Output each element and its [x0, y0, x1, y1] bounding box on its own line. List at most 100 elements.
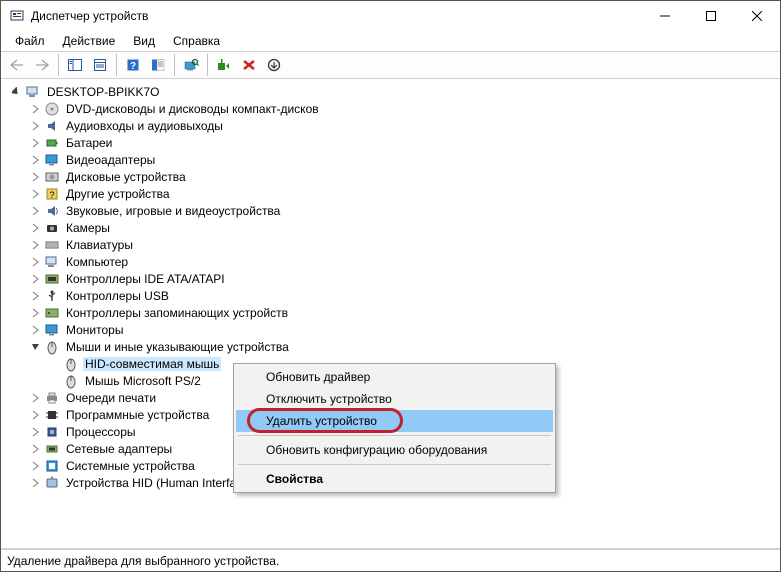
tree-category[interactable]: Контроллеры USB [26, 287, 780, 304]
mouse-icon [44, 339, 60, 355]
expand-icon[interactable] [28, 135, 44, 151]
expand-icon[interactable] [28, 407, 44, 423]
tree-category[interactable]: Компьютер [26, 253, 780, 270]
monitor-icon [44, 322, 60, 338]
expand-icon[interactable] [28, 152, 44, 168]
toolbar-separator [58, 54, 59, 76]
other-icon: ? [44, 186, 60, 202]
net-icon [44, 441, 60, 457]
printer-icon [44, 390, 60, 406]
toolbar: ? [1, 51, 780, 79]
category-label: Контроллеры IDE ATA/ATAPI [64, 272, 227, 286]
ctx-properties[interactable]: Свойства [236, 468, 553, 490]
expand-icon[interactable] [28, 118, 44, 134]
expand-icon[interactable] [28, 237, 44, 253]
tree-category[interactable]: Дисковые устройства [26, 168, 780, 185]
expand-icon[interactable] [28, 271, 44, 287]
category-label: Другие устройства [64, 187, 172, 201]
ctx-update-driver[interactable]: Обновить драйвер [236, 366, 553, 388]
battery-icon [44, 135, 60, 151]
tree-category[interactable]: DVD-дисководы и дисководы компакт-дисков [26, 100, 780, 117]
collapse-icon[interactable] [28, 339, 44, 355]
status-bar: Удаление драйвера для выбранного устройс… [1, 549, 780, 571]
computer-icon [44, 254, 60, 270]
expand-icon[interactable] [28, 101, 44, 117]
device-tree-container[interactable]: DESKTOP-BPIKK7O DVD-дисководы и дисковод… [1, 79, 780, 549]
mouse-icon [63, 356, 79, 372]
ctx-delete-device[interactable]: Удалить устройство [236, 410, 553, 432]
expand-icon[interactable] [28, 390, 44, 406]
expand-icon[interactable] [28, 203, 44, 219]
category-label: Контроллеры USB [64, 289, 171, 303]
tree-category[interactable]: Видеоадаптеры [26, 151, 780, 168]
tree-category[interactable]: Мыши и иные указывающие устройства [26, 338, 780, 355]
mouse-icon [63, 373, 79, 389]
device-label: HID-совместимая мышь [83, 357, 221, 371]
expand-icon[interactable] [28, 475, 44, 491]
expand-icon[interactable] [28, 169, 44, 185]
hid-icon [44, 475, 60, 491]
expand-icon[interactable] [28, 458, 44, 474]
scan-hardware-button[interactable] [179, 53, 203, 77]
properties-button[interactable] [88, 53, 112, 77]
expand-icon[interactable] [28, 288, 44, 304]
close-button[interactable] [734, 1, 780, 31]
root-label: DESKTOP-BPIKK7O [45, 85, 161, 99]
menu-view[interactable]: Вид [125, 32, 163, 50]
forward-button[interactable] [30, 53, 54, 77]
tree-category[interactable]: Аудиовходы и аудиовыходы [26, 117, 780, 134]
category-label: Процессоры [64, 425, 138, 439]
titlebar: Диспетчер устройств [1, 1, 780, 31]
tree-category[interactable]: Батареи [26, 134, 780, 151]
display-icon [44, 152, 60, 168]
expand-icon[interactable] [28, 186, 44, 202]
show-hide-tree-button[interactable] [63, 53, 87, 77]
minimize-button[interactable] [642, 1, 688, 31]
tree-category[interactable]: Камеры [26, 219, 780, 236]
collapse-icon[interactable] [9, 84, 25, 100]
expand-icon[interactable] [28, 305, 44, 321]
window-title: Диспетчер устройств [31, 9, 642, 23]
camera-icon [44, 220, 60, 236]
category-label: Аудиовходы и аудиовыходы [64, 119, 225, 133]
hdd-icon [44, 169, 60, 185]
tree-category[interactable]: Клавиатуры [26, 236, 780, 253]
disc-icon [44, 101, 60, 117]
disable-button[interactable] [262, 53, 286, 77]
toolbar-separator [207, 54, 208, 76]
menu-file[interactable]: Файл [7, 32, 53, 50]
legacy-help-button[interactable] [146, 53, 170, 77]
category-label: Видеоадаптеры [64, 153, 157, 167]
svg-text:?: ? [130, 61, 136, 72]
tree-category[interactable]: Контроллеры запоминающих устройств [26, 304, 780, 321]
tree-category[interactable]: Контроллеры IDE ATA/ATAPI [26, 270, 780, 287]
category-label: Батареи [64, 136, 114, 150]
category-label: Камеры [64, 221, 112, 235]
update-driver-button[interactable] [212, 53, 236, 77]
expand-icon[interactable] [28, 441, 44, 457]
ctx-scan-hardware[interactable]: Обновить конфигурацию оборудования [236, 439, 553, 461]
window-controls [642, 1, 780, 31]
expand-icon[interactable] [28, 424, 44, 440]
uninstall-button[interactable] [237, 53, 261, 77]
maximize-button[interactable] [688, 1, 734, 31]
toolbar-separator [174, 54, 175, 76]
category-label: Системные устройства [64, 459, 197, 473]
category-label: DVD-дисководы и дисководы компакт-дисков [64, 102, 321, 116]
category-label: Сетевые адаптеры [64, 442, 174, 456]
help-button[interactable]: ? [121, 53, 145, 77]
ctx-disable-device[interactable]: Отключить устройство [236, 388, 553, 410]
tree-category[interactable]: Звуковые, игровые и видеоустройства [26, 202, 780, 219]
expand-icon[interactable] [28, 220, 44, 236]
tree-category[interactable]: ? Другие устройства [26, 185, 780, 202]
expand-icon[interactable] [28, 254, 44, 270]
back-button[interactable] [5, 53, 29, 77]
chip-icon [44, 407, 60, 423]
tree-root[interactable]: DESKTOP-BPIKK7O [7, 83, 780, 100]
menu-help[interactable]: Справка [165, 32, 228, 50]
menu-action[interactable]: Действие [55, 32, 124, 50]
tree-category[interactable]: Мониторы [26, 321, 780, 338]
category-label: Контроллеры запоминающих устройств [64, 306, 290, 320]
expand-icon[interactable] [28, 322, 44, 338]
storage-icon [44, 305, 60, 321]
